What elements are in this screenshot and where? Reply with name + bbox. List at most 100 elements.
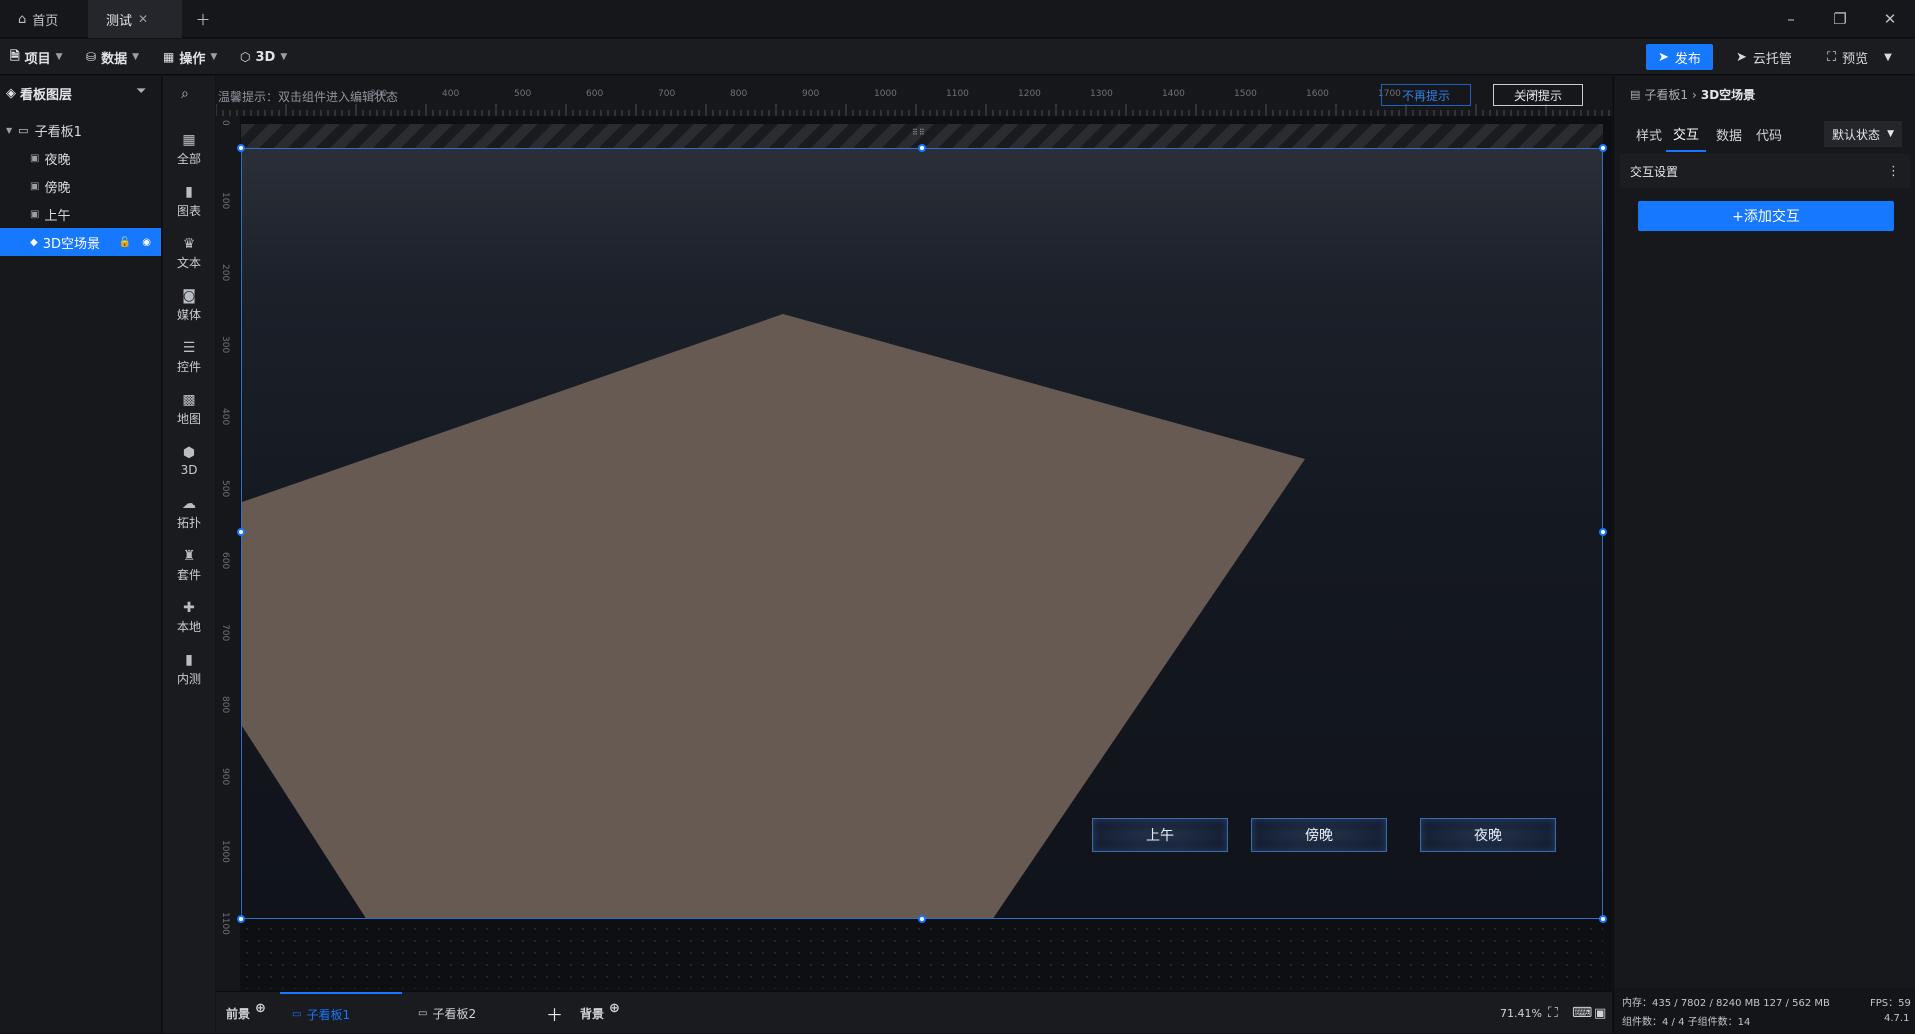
- component-3d[interactable]: ⬢ 3D: [163, 436, 215, 486]
- cloud-host-label: 云托管: [1752, 51, 1792, 67]
- component-map[interactable]: ▩ 地图: [163, 384, 215, 434]
- tab-data[interactable]: 数据: [1716, 116, 1742, 152]
- chevron-down-icon[interactable]: ▼: [6, 126, 12, 135]
- search-icon[interactable]: ⌕: [181, 86, 189, 102]
- board-tab-2-label: 子看板2: [432, 1006, 477, 1021]
- chevron-down-icon[interactable]: ▼: [1884, 52, 1892, 63]
- component-text[interactable]: ♛ 文本: [163, 228, 215, 278]
- component-control[interactable]: ☰ 控件: [163, 332, 215, 382]
- component-label: 本地: [176, 619, 201, 634]
- bar-chart-icon: ▮: [185, 183, 193, 200]
- keyboard-icon[interactable]: ⌨: [1572, 992, 1592, 1034]
- resize-handle[interactable]: [237, 528, 245, 536]
- cloud-host-button[interactable]: ➤ 云托管: [1724, 44, 1804, 70]
- minimize-icon[interactable]: –: [1780, 8, 1802, 30]
- tab-test-label: 测试: [106, 13, 133, 29]
- image-icon: ▣: [30, 152, 40, 164]
- resize-handle[interactable]: [1599, 528, 1607, 536]
- component-kit[interactable]: ♜ 套件: [163, 540, 215, 590]
- fit-screen-icon[interactable]: ⛶: [1548, 992, 1558, 1034]
- component-all[interactable]: ▦ 全部: [163, 124, 215, 174]
- menu-project[interactable]: 🗎 项目 ▼: [10, 39, 63, 75]
- component-label: 文本: [176, 255, 201, 270]
- ruler-label: 700: [658, 89, 676, 99]
- layer-item-night[interactable]: ▣ 夜晚: [0, 144, 161, 172]
- component-topology[interactable]: ☁ 拓扑: [163, 488, 215, 538]
- close-hint-button[interactable]: 关闭提示: [1493, 84, 1583, 106]
- stage[interactable]: 上午 傍晚 夜晚: [241, 148, 1603, 919]
- ruler-label: 100: [220, 192, 230, 210]
- background-tab[interactable]: 背景 ⊕: [580, 992, 620, 1034]
- foreground-tab[interactable]: 前景 ⊕: [226, 992, 266, 1034]
- ruler-label: 300: [220, 336, 230, 354]
- database-icon: ⛁: [86, 50, 97, 64]
- terminal-icon[interactable]: ▣: [1594, 992, 1606, 1034]
- scene-button-evening[interactable]: 傍晚: [1251, 818, 1387, 852]
- layer-item-morning[interactable]: ▣ 上午: [0, 200, 161, 228]
- drag-handle-icon[interactable]: ⠿⠿: [912, 128, 926, 137]
- component-chart[interactable]: ▮ 图表: [163, 176, 215, 226]
- ruler-label: 1200: [1018, 89, 1041, 99]
- restore-icon[interactable]: ❐: [1829, 8, 1851, 30]
- tab-home-label: 首页: [32, 13, 59, 29]
- resize-handle[interactable]: [918, 915, 926, 923]
- lock-icon[interactable]: 🔓: [119, 237, 131, 248]
- scene-button-night[interactable]: 夜晚: [1420, 818, 1556, 852]
- component-media[interactable]: ◙ 媒体: [163, 280, 215, 330]
- background-label: 背景: [580, 1006, 605, 1021]
- monitor-icon: ▭: [418, 1007, 428, 1019]
- new-tab-icon[interactable]: ＋: [192, 8, 214, 30]
- no-remind-button[interactable]: 不再提示: [1381, 84, 1471, 106]
- close-icon[interactable]: ✕: [138, 12, 148, 26]
- zoom-level[interactable]: 71.41%: [1500, 992, 1542, 1034]
- ruler-label: 600: [220, 552, 230, 570]
- layer-root[interactable]: ▼ ▭ 子看板1: [0, 116, 161, 144]
- memory-status: 内存：435 / 7802 / 8240 MB 127 / 562 MB: [1622, 998, 1830, 1009]
- publish-button[interactable]: ➤ 发布: [1646, 44, 1713, 70]
- publish-label: 发布: [1674, 51, 1701, 67]
- board-tab-1[interactable]: ▭ 子看板1: [280, 992, 402, 1034]
- resize-handle[interactable]: [237, 144, 245, 152]
- layer-item-label: 上午: [44, 208, 71, 224]
- add-board-icon[interactable]: ＋: [546, 992, 563, 1034]
- menu-data[interactable]: ⛁ 数据 ▼: [86, 39, 139, 75]
- board-tab-2[interactable]: ▭ 子看板2: [418, 992, 476, 1034]
- menu-bar: 🗎 项目 ▼ ⛁ 数据 ▼ ▦ 操作 ▼ ⬡ 3D ▼ ➤ 发布 ➤ 云托管 ⛶…: [0, 39, 1915, 75]
- filter-icon[interactable]: ⏷: [136, 84, 146, 99]
- ruler-label: 1600: [1306, 89, 1329, 99]
- tab-code[interactable]: 代码: [1756, 116, 1782, 152]
- tab-home[interactable]: ⌂ 首页: [0, 0, 88, 38]
- window-close-icon[interactable]: ✕: [1879, 8, 1901, 30]
- resize-handle[interactable]: [1599, 144, 1607, 152]
- resize-handle[interactable]: [237, 915, 245, 923]
- menu-3d[interactable]: ⬡ 3D ▼: [240, 39, 287, 75]
- component-count-status: 组件数：4 / 4 子组件数：14: [1622, 1017, 1751, 1028]
- menu-operation[interactable]: ▦ 操作 ▼: [163, 39, 217, 75]
- breadcrumb-parent[interactable]: 子看板1: [1644, 86, 1688, 103]
- scene-button-morning[interactable]: 上午: [1092, 818, 1228, 852]
- state-select[interactable]: 默认状态 ▼: [1824, 121, 1902, 147]
- tab-style[interactable]: 样式: [1636, 116, 1662, 152]
- layer-item-3d-scene[interactable]: ◆ 3D空场景 🔓 ◉: [0, 228, 161, 256]
- eye-icon[interactable]: ◉: [142, 237, 151, 248]
- add-circle-icon[interactable]: ⊕: [609, 1001, 620, 1016]
- ruler-label: 1100: [220, 912, 230, 935]
- resize-handle[interactable]: [1599, 915, 1607, 923]
- component-beta[interactable]: ▮ 内测: [163, 644, 215, 694]
- preview-button[interactable]: ⛶ 预览 ▼: [1815, 44, 1904, 70]
- tab-interaction[interactable]: 交互: [1666, 116, 1706, 152]
- menu-3d-label: 3D: [255, 49, 276, 65]
- menu-project-label: 项目: [24, 51, 51, 67]
- tab-test[interactable]: 测试 ✕: [88, 0, 182, 38]
- ruler-label: 900: [220, 768, 230, 786]
- add-interaction-button[interactable]: +添加交互: [1638, 201, 1894, 231]
- component-local[interactable]: ✚ 本地: [163, 592, 215, 642]
- more-vertical-icon[interactable]: ⋮: [1887, 164, 1900, 179]
- layer-item-evening[interactable]: ▣ 傍晚: [0, 172, 161, 200]
- layer-panel-header: ◈ 看板图层: [6, 84, 72, 103]
- resize-handle[interactable]: [918, 144, 926, 152]
- canvas-area[interactable]: 300 400 500 600 700 800 900 1000 1100 1200 1300 140…: [216, 76, 1612, 991]
- component-toolbar: ⌕ ▦ 全部 ▮ 图表 ♛ 文本 ◙ 媒体 ☰ 控件 ▩ 地图 ⬢ 3D ☁ 拓扑 ♜ 套件 ✚ 本…: [163, 76, 215, 1033]
- image-icon: ▣: [30, 180, 40, 192]
- add-circle-icon[interactable]: ⊕: [255, 1001, 266, 1016]
